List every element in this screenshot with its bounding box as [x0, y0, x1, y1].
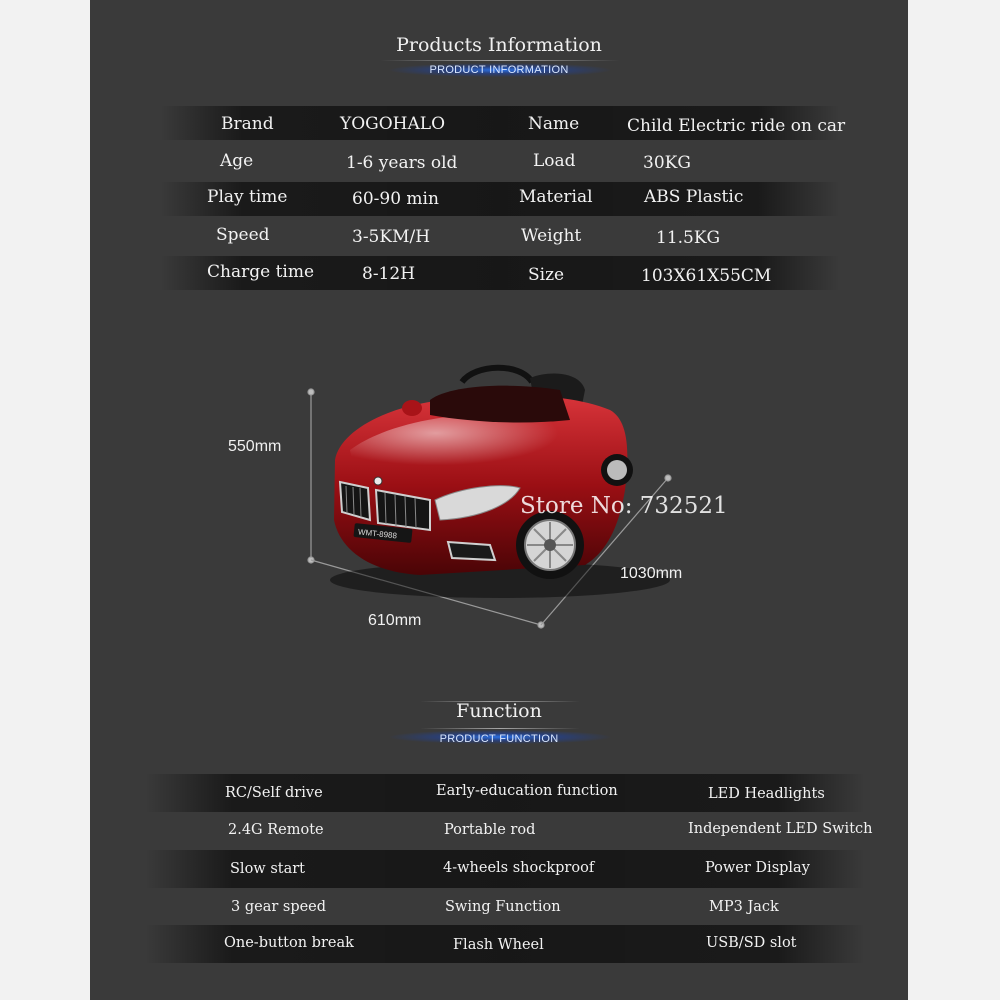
function-item: 2.4G Remote	[228, 822, 324, 838]
function-item: Swing Function	[445, 899, 561, 915]
dim-height-label: 550mm	[228, 438, 282, 455]
function-item: USB/SD slot	[706, 935, 797, 951]
products-info-title: Products Information	[396, 34, 602, 56]
weight-label: Weight	[521, 226, 582, 246]
function-item: Slow start	[230, 861, 305, 877]
products-info-subtitle: PRODUCT INFORMATION	[429, 64, 569, 76]
load-value: 30KG	[643, 153, 691, 173]
function-item: Portable rod	[444, 822, 536, 838]
dim-width-label: 610mm	[368, 612, 422, 629]
function-subtitle: PRODUCT FUNCTION	[439, 733, 559, 745]
store-watermark: Store No: 732521	[520, 493, 728, 519]
function-item: MP3 Jack	[709, 899, 779, 915]
title-divider	[380, 60, 620, 61]
name-label: Name	[528, 114, 580, 134]
speed-value: 3-5KM/H	[352, 227, 431, 247]
age-label: Age	[220, 151, 254, 171]
size-label: Size	[528, 265, 565, 285]
name-value: Child Electric ride on car	[627, 116, 846, 136]
age-value: 1-6 years old	[346, 153, 458, 173]
dim-length-label: 1030mm	[620, 565, 683, 582]
function-item: 3 gear speed	[231, 899, 327, 915]
speed-label: Speed	[216, 225, 270, 245]
function-item: Power Display	[705, 860, 810, 876]
function-item: Flash Wheel	[453, 937, 544, 953]
material-value: ABS Plastic	[644, 187, 744, 207]
content-panel: Products Information PRODUCT INFORMATION…	[90, 0, 908, 1000]
function-item: LED Headlights	[708, 786, 825, 802]
function-item: RC/Self drive	[225, 785, 323, 801]
title-divider	[420, 728, 580, 729]
weight-value: 11.5KG	[656, 228, 721, 248]
function-title: Function	[456, 700, 542, 722]
function-item: One-button break	[224, 935, 354, 951]
play-time-value: 60-90 min	[352, 189, 439, 209]
material-label: Material	[519, 187, 593, 207]
function-item: Independent LED Switch	[688, 821, 873, 837]
load-label: Load	[533, 151, 576, 171]
brand-value: YOGOHALO	[340, 114, 446, 134]
car-illustration: WMT-8988	[307, 364, 672, 629]
function-item: Early-education function	[436, 783, 618, 799]
function-item: 4-wheels shockproof	[443, 860, 595, 876]
play-time-label: Play time	[207, 187, 288, 207]
size-value: 103X61X55CM	[641, 266, 772, 286]
charge-time-label: Charge time	[207, 262, 315, 282]
charge-time-value: 8-12H	[362, 264, 416, 284]
brand-label: Brand	[221, 114, 274, 134]
